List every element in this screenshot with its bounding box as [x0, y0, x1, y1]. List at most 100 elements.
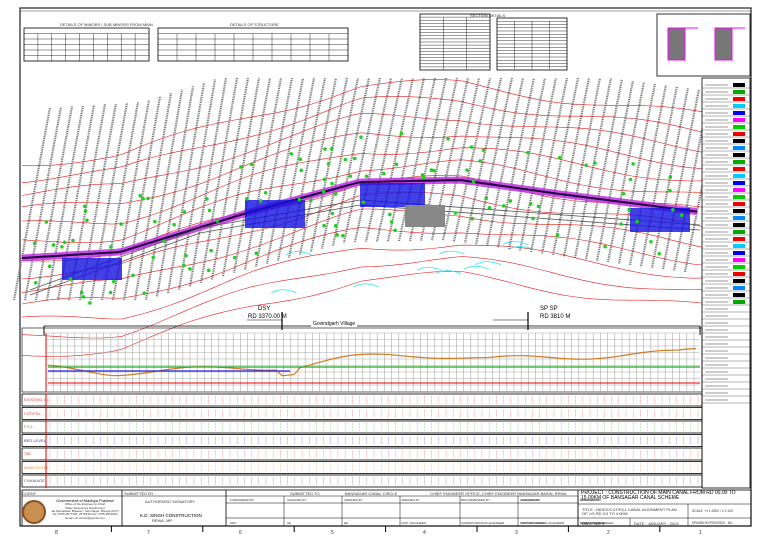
- tree-icon: [446, 137, 450, 141]
- profile-data-row: [21, 407, 703, 420]
- profile-data-row: [21, 420, 703, 434]
- legend-swatch: [733, 258, 745, 262]
- legend-swatch: [733, 160, 745, 164]
- signer-label: SUPERINTENDING ENGINEER: [461, 521, 505, 525]
- sheet-column-number: 5: [331, 530, 334, 536]
- tree-icon: [668, 188, 672, 193]
- canal-section: [714, 27, 733, 61]
- client-line: Email: eic.wrdmp@gmail.com: [65, 515, 105, 520]
- signer-label: SDO: [230, 521, 237, 525]
- tree-icon: [329, 146, 334, 151]
- legend-swatch: [733, 188, 745, 192]
- marker-rd-sp: RD 3810 M: [540, 314, 571, 320]
- cross-section-line: [529, 77, 569, 253]
- tree-icon: [184, 253, 188, 258]
- tree-icon: [297, 197, 302, 202]
- drawing-title: TITLE : INDEX/CUT/FILL CANAL ALIGNMENT P…: [582, 507, 677, 517]
- tree-icon: [631, 162, 635, 166]
- legend-swatch: [733, 83, 745, 87]
- legend-swatch: [733, 125, 745, 129]
- profile-row-label: BED LEVEL: [24, 437, 46, 443]
- tree-icon: [421, 175, 426, 180]
- profile-data-row: [21, 393, 703, 407]
- tree-icon: [254, 251, 259, 256]
- tree-icon: [671, 208, 675, 212]
- tree-icon: [471, 179, 476, 184]
- marker-name-dsy: DSY: [258, 306, 271, 312]
- tree-icon: [333, 192, 338, 196]
- table-title-section: SECTION DETAILS: [470, 13, 506, 18]
- sheet-column-number: 3: [515, 530, 518, 536]
- tree-icon: [470, 216, 475, 221]
- cross-section-line: [606, 81, 646, 263]
- tree-icon: [621, 191, 626, 196]
- tree-icon: [309, 198, 313, 203]
- tree-icon: [657, 251, 662, 256]
- legend-swatch: [733, 202, 745, 206]
- tree-icon: [205, 197, 209, 201]
- tree-icon: [501, 204, 506, 208]
- legend-swatch: [733, 118, 745, 122]
- structure-block: [245, 200, 305, 228]
- tree-icon: [138, 194, 143, 198]
- contractor-city: REWA, MP: [152, 518, 173, 523]
- tree-icon: [668, 175, 673, 179]
- tree-icon: [394, 162, 399, 167]
- tree-icon: [335, 233, 339, 237]
- tree-icon: [453, 211, 458, 215]
- tree-icon: [593, 161, 597, 165]
- tree-icon: [322, 177, 327, 182]
- table-title-structures: DETAILS OF STRUCTURE: [230, 22, 279, 27]
- tree-icon: [151, 255, 156, 260]
- tree-icon: [215, 219, 220, 223]
- profile-row-label: CHAINAGE: [24, 478, 45, 483]
- signer-label: SUPERINTENDING ENGINEER: [521, 521, 565, 525]
- role-label: CHECKED BY: [521, 498, 541, 502]
- profile-row-label: CUT/FILL: [24, 410, 42, 416]
- tree-icon: [79, 290, 84, 295]
- role-label: CHECKED BY: [287, 498, 307, 502]
- legend-swatch: [733, 237, 745, 241]
- tree-icon: [364, 174, 369, 179]
- profile-row-label: TBL: [24, 451, 32, 456]
- tree-icon: [330, 211, 335, 216]
- tree-icon: [361, 200, 366, 205]
- tree-icon: [531, 216, 535, 221]
- tree-icon: [263, 190, 268, 195]
- tree-icon: [508, 199, 513, 203]
- sheet-column-number: 7: [147, 530, 150, 536]
- tree-icon: [47, 264, 52, 269]
- tree-icon: [33, 280, 38, 285]
- legend-swatch: [733, 139, 745, 143]
- tree-icon: [341, 233, 345, 238]
- tree-icon: [584, 163, 589, 168]
- profile-data-row: [21, 447, 703, 461]
- submitted-by-label: SUBMITTED BY: [124, 491, 154, 496]
- legend-swatch: [733, 279, 745, 283]
- legend-swatch: [733, 195, 745, 199]
- legend-swatch: [733, 167, 745, 171]
- circle-label: BANSAGAR CANAL CIRCLE: [345, 491, 398, 496]
- legend-swatch: [733, 265, 745, 269]
- cross-section-line: [441, 77, 481, 241]
- scale: SCALE : H 1:2500 / V 1:100: [692, 509, 734, 513]
- cross-section-line: [364, 77, 404, 242]
- legend-swatch: [733, 181, 745, 185]
- water-body: [463, 265, 490, 270]
- role-label: VERIFIED BY: [344, 498, 363, 502]
- tree-icon: [603, 244, 607, 249]
- sheet-column-number: 1: [699, 530, 702, 536]
- tree-icon: [289, 152, 294, 156]
- water-body: [353, 283, 379, 288]
- tree-icon: [322, 223, 326, 228]
- profile-row-label: F.S.L.: [24, 424, 35, 429]
- tree-icon: [88, 301, 92, 305]
- tree-icon: [484, 196, 489, 201]
- tree-icon: [469, 145, 474, 149]
- tree-icon: [68, 277, 73, 281]
- table-title-minors: DETAILS OF MINORS / SUB MINORS FROM MAIN: [60, 22, 153, 27]
- tree-icon: [299, 168, 304, 173]
- legend-swatch: [733, 272, 745, 276]
- tree-icon: [81, 295, 86, 299]
- tree-icon: [359, 135, 363, 139]
